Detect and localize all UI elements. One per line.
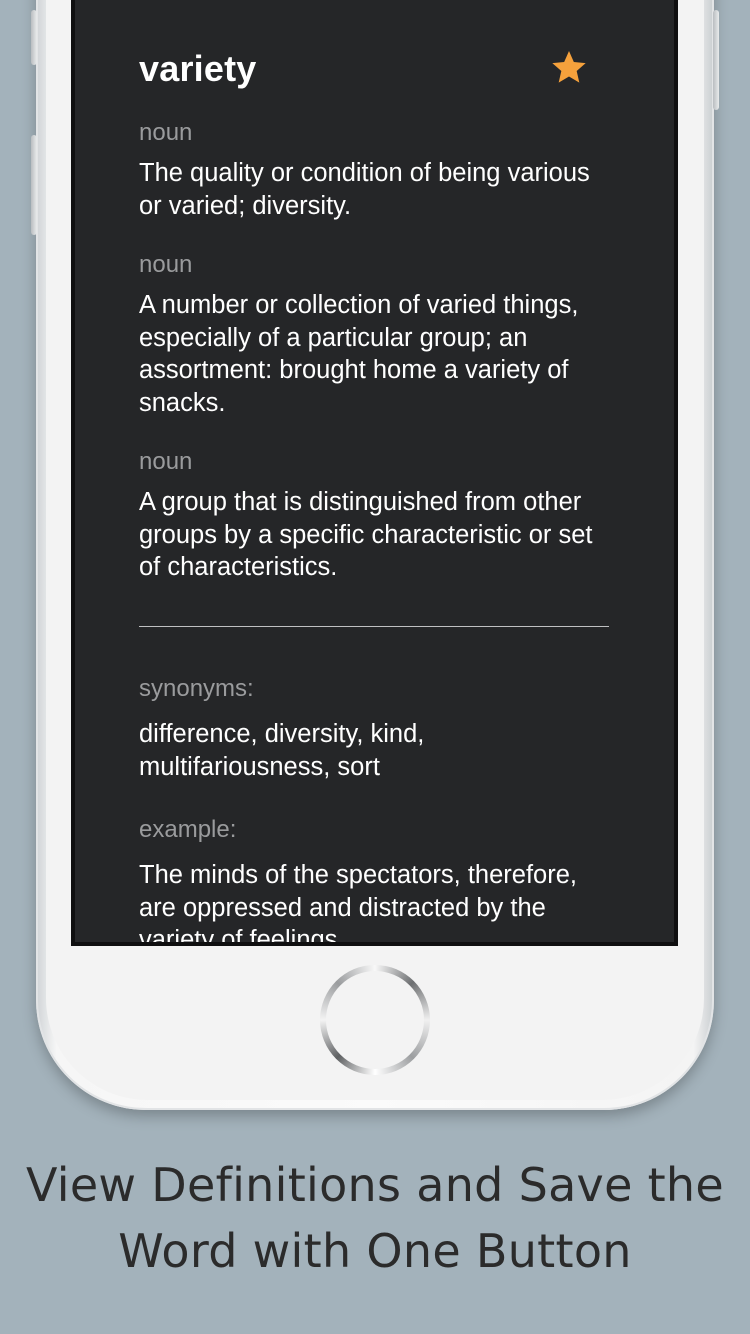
example-text: The minds of the spectators, therefore, … — [139, 861, 577, 942]
side-button-power — [713, 10, 719, 110]
synonyms-label: synonyms: — [139, 675, 254, 702]
part-of-speech: noun — [139, 251, 193, 278]
definition-text: The quality or condition of being variou… — [139, 159, 590, 220]
word-title: variety — [139, 48, 257, 89]
caption-line-1: View Definitions and Save the — [25, 1158, 724, 1212]
definition-item: noun A group that is distinguished from … — [139, 446, 609, 584]
definition-view[interactable]: variety noun The quality or condition of… — [75, 0, 674, 942]
home-button[interactable] — [320, 965, 430, 1075]
caption-line-2: Word with One Button — [118, 1224, 632, 1278]
section-divider — [139, 626, 609, 627]
phone-screen: variety noun The quality or condition of… — [71, 0, 678, 946]
promo-caption: View Definitions and Save the Word with … — [0, 1152, 750, 1284]
definition-text: A group that is distinguished from other… — [139, 488, 593, 581]
side-button-top — [31, 10, 37, 65]
definition-item: noun The quality or condition of being v… — [139, 117, 609, 222]
definition-item: noun A number or collection of varied th… — [139, 249, 609, 419]
part-of-speech: noun — [139, 448, 193, 475]
part-of-speech: noun — [139, 119, 193, 146]
side-button-volume — [31, 135, 37, 235]
definition-text: A number or collection of varied things,… — [139, 291, 579, 417]
definitions-list: noun The quality or condition of being v… — [139, 117, 609, 611]
star-icon[interactable] — [549, 48, 589, 88]
synonyms-text: difference, diversity, kind, multifariou… — [139, 720, 425, 781]
example-label: example: — [139, 816, 237, 843]
